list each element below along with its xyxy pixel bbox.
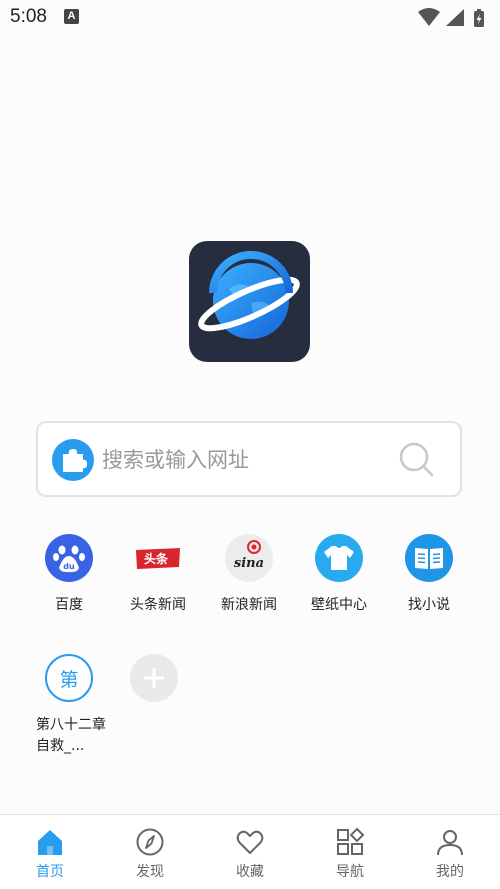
shortcut-label: 找小说 [408,597,450,613]
baidu-paw-icon: du [45,534,93,582]
status-time: 5:08 [10,6,47,27]
shortcut-wallpaper[interactable]: 壁纸中心 [291,534,387,614]
toutiao-icon: 头条 [134,534,182,582]
nav-label: 我的 [436,864,464,880]
nav-favorites[interactable]: 收藏 [200,815,300,889]
nav-discover[interactable]: 发现 [100,815,200,889]
add-shortcut-button[interactable] [106,654,202,702]
bookmark-char-icon: 第 [45,654,93,702]
nav-profile[interactable]: 我的 [400,815,500,889]
compass-icon [136,828,164,856]
shortcut-sina[interactable]: sina 新浪新闻 [201,534,297,614]
book-icon [405,534,453,582]
nav-label: 导航 [336,864,364,880]
shortcut-label: 壁纸中心 [311,597,367,613]
shortcut-label: 新浪新闻 [221,597,277,613]
app-logo [189,241,310,362]
nav-label: 收藏 [236,864,264,880]
nav-home[interactable]: 首页 [0,815,100,889]
add-icon [130,654,178,702]
nav-navigation[interactable]: 导航 [300,815,400,889]
planet-logo-icon [198,251,300,339]
search-engine-selector[interactable] [52,439,94,481]
puzzle-icon [63,449,87,472]
svg-text:头条: 头条 [144,551,169,566]
svg-text:du: du [63,562,75,571]
grid-icon [337,827,365,855]
battery-icon [474,9,484,27]
signal-icon [446,9,464,26]
search-icon[interactable] [398,441,436,479]
notification-icon: A [64,9,79,24]
search-input[interactable] [102,443,382,477]
status-icons [418,7,492,27]
sina-icon: sina [225,534,273,582]
nav-label: 首页 [36,864,64,880]
shortcut-label: 第八十二章 自救_... [36,717,106,754]
shortcut-baidu[interactable]: du 百度 [21,534,117,614]
shortcut-label: 头条新闻 [130,597,186,613]
user-icon [437,830,463,856]
nav-label: 发现 [136,864,164,880]
heart-icon [236,830,264,854]
svg-text:sina: sina [234,556,264,571]
shortcut-label: 百度 [55,597,83,613]
search-box[interactable] [36,421,462,497]
tshirt-icon [315,534,363,582]
home-icon [38,830,62,855]
shortcut-novel[interactable]: 找小说 [381,534,477,614]
shortcut-bookmark[interactable]: 第 第八十二章 自救_... [36,654,116,757]
shortcut-toutiao[interactable]: 头条 头条新闻 [110,534,206,614]
wifi-icon [418,8,440,26]
status-bar: 5:08 A [0,0,500,36]
bottom-nav: 首页 发现 收藏 导航 我的 [0,814,500,889]
